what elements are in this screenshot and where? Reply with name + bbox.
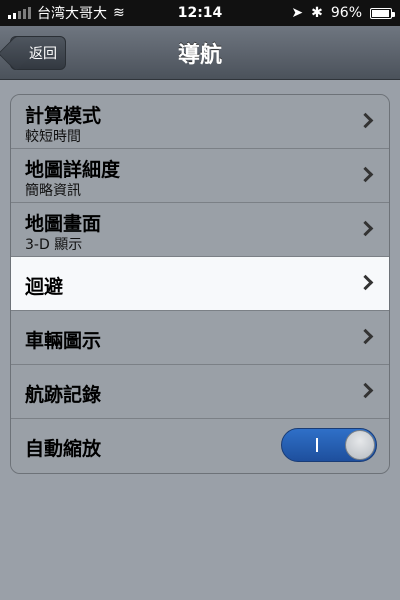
- status-time: 12:14: [177, 5, 223, 21]
- setting-subtitle: 簡略資訊: [25, 183, 81, 199]
- battery-fill: [372, 9, 390, 17]
- chevron-right-icon: [357, 382, 374, 399]
- setting-title: 地圖畫面: [25, 213, 102, 235]
- navigation-bar: 返回 導航: [0, 26, 400, 80]
- setting-vehicle-icon[interactable]: 車輛圖示: [11, 311, 389, 365]
- bluetooth-icon: ✱: [311, 5, 323, 21]
- signal-strength-icon: [8, 7, 31, 19]
- setting-map-detail[interactable]: 地圖詳細度 簡略資訊: [11, 149, 389, 203]
- setting-track-log[interactable]: 航跡記錄: [11, 365, 389, 419]
- auto-zoom-toggle[interactable]: [281, 428, 377, 462]
- toggle-on-indicator: [316, 438, 318, 452]
- setting-avoid[interactable]: 迴避: [11, 257, 389, 311]
- back-button-label: 返回: [29, 46, 57, 62]
- setting-title: 迴避: [25, 276, 64, 298]
- page-title: 導航: [177, 43, 222, 68]
- setting-subtitle: 3-D 顯示: [25, 237, 83, 253]
- wifi-icon: ≋: [113, 5, 125, 21]
- setting-title: 自動縮放: [25, 438, 102, 460]
- settings-list: 計算模式 較短時間 地圖詳細度 簡略資訊 地圖畫面 3-D 顯示 迴避 車輛圖示…: [10, 94, 390, 474]
- carrier-name: 台湾大哥大: [37, 6, 107, 22]
- setting-auto-zoom: 自動縮放: [11, 419, 389, 473]
- status-right: ➤ ✱ 96%: [291, 5, 395, 21]
- setting-title: 車輛圖示: [25, 330, 102, 352]
- chevron-right-icon: [357, 166, 374, 183]
- status-bar: 台湾大哥大 ≋ 12:14 ➤ ✱ 96%: [0, 0, 400, 26]
- setting-calculation-mode[interactable]: 計算模式 較短時間: [11, 95, 389, 149]
- chevron-right-icon: [357, 220, 374, 237]
- location-icon: ➤: [291, 5, 304, 21]
- battery-percentage: 96%: [330, 5, 362, 21]
- battery-icon: [370, 7, 395, 19]
- setting-title: 地圖詳細度: [25, 159, 121, 181]
- setting-title: 計算模式: [25, 105, 102, 127]
- toggle-knob[interactable]: [345, 430, 375, 460]
- chevron-right-icon: [357, 112, 374, 129]
- setting-title: 航跡記錄: [25, 384, 102, 406]
- chevron-right-icon: [357, 328, 374, 345]
- status-left: 台湾大哥大 ≋: [8, 3, 125, 23]
- setting-map-view[interactable]: 地圖畫面 3-D 顯示: [11, 203, 389, 257]
- setting-subtitle: 較短時間: [25, 129, 81, 145]
- chevron-right-icon: [357, 274, 374, 291]
